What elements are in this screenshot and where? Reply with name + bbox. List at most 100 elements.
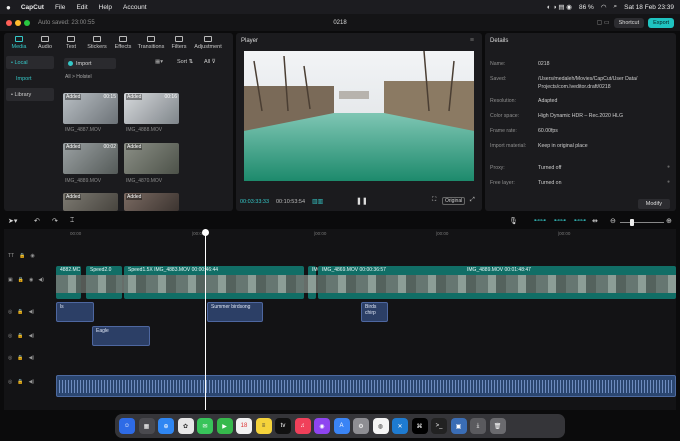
tab-media[interactable]: Media	[6, 33, 32, 53]
calendar-icon[interactable]: 18	[236, 418, 252, 434]
speaker-icon[interactable]: ◀)	[29, 333, 35, 339]
wifi-icon[interactable]: ◠	[601, 3, 607, 11]
fullscreen-icon[interactable]: ⤢	[470, 197, 475, 204]
close-icon[interactable]	[6, 19, 12, 26]
play-button[interactable]: ❚❚	[356, 197, 368, 205]
audio-track-header[interactable]: ◎ 🔒 ◀)	[8, 309, 58, 315]
sort-button[interactable]: Sort ⇅	[177, 59, 193, 65]
menu-help[interactable]: Help	[99, 4, 112, 11]
select-tool-icon[interactable]: ➤▾	[8, 217, 17, 225]
redo-icon[interactable]: ↷	[52, 217, 58, 225]
tab-transitions[interactable]: Transitions	[136, 33, 166, 53]
traffic-lights[interactable]	[6, 19, 30, 26]
export-button[interactable]: Export	[648, 17, 674, 28]
sidebar-item-local[interactable]: • Local	[6, 56, 54, 69]
text-track-header[interactable]: TT 🔒 ◉	[8, 253, 58, 259]
search-icon[interactable]: ⌕	[613, 3, 617, 11]
eye-icon[interactable]: ◉	[30, 253, 34, 259]
grid-icon[interactable]: ▥▥	[312, 198, 323, 205]
folder-breadcrumb[interactable]: All > Holstel	[65, 74, 92, 80]
media-thumb[interactable]: Added	[124, 143, 179, 174]
import-button[interactable]: Import	[64, 58, 116, 69]
appstore-icon[interactable]: A	[333, 418, 350, 434]
ratio-button[interactable]: Original	[442, 197, 466, 205]
menu-file[interactable]: File	[55, 4, 65, 11]
align-icon[interactable]: ⇹	[592, 217, 598, 225]
ruler[interactable]: 00:00 |00:00 |00:00 |00:00 |00:00	[56, 229, 676, 239]
media-thumb[interactable]: Added	[63, 193, 118, 211]
tab-text[interactable]: Text	[58, 33, 84, 53]
lock-icon[interactable]: 🔒	[18, 277, 24, 283]
preview-icon[interactable]: ▣	[450, 418, 467, 434]
media-thumb[interactable]: Added 00:15	[63, 93, 118, 124]
zoom-handle[interactable]	[630, 219, 634, 226]
video-preview[interactable]	[244, 51, 474, 181]
main-track-header[interactable]: ▣ 🔒 ◉ ◀)	[8, 277, 58, 283]
info-icon[interactable]: ●	[667, 164, 670, 170]
view-toggle[interactable]: ▦▾	[155, 59, 163, 65]
speaker-icon[interactable]: ◀)	[29, 379, 35, 385]
sidebar-item-import[interactable]: Import	[6, 72, 54, 85]
tab-effects[interactable]: Effects	[110, 33, 136, 53]
playhead[interactable]	[202, 229, 209, 410]
audio-track-header[interactable]: ◎ 🔒 ◀)	[8, 355, 58, 361]
appletv-icon[interactable]: tv	[275, 418, 291, 434]
datetime[interactable]: Sat 18 Feb 23:39	[624, 4, 674, 11]
maximize-icon[interactable]	[24, 19, 30, 26]
battery-percent[interactable]: 86 %	[579, 4, 594, 11]
apple-icon[interactable]: ●	[6, 3, 11, 12]
finder-icon[interactable]: ☺	[119, 418, 135, 434]
menu-icon[interactable]: ≡	[470, 37, 474, 44]
shortcut-button[interactable]: Shortcut	[613, 17, 645, 28]
audio-clip[interactable]: Birds chirp	[361, 302, 388, 322]
chrome-icon[interactable]: ◍	[372, 418, 389, 434]
tab-stickers[interactable]: Stickers	[84, 33, 110, 53]
audio-clip[interactable]: Eagle	[92, 326, 150, 346]
media-thumb[interactable]: Added 00:02	[63, 143, 118, 174]
tab-audio[interactable]: Audio	[32, 33, 58, 53]
media-thumb[interactable]: Added 00:16	[124, 93, 179, 124]
media-thumb[interactable]: Added	[124, 193, 179, 211]
audio-track-header[interactable]: ◎ 🔒 ◀)	[8, 333, 58, 339]
trash-icon[interactable]: 🗑	[489, 418, 506, 434]
music-icon[interactable]: ♫	[294, 418, 311, 434]
music-clip[interactable]	[56, 375, 676, 397]
undo-icon[interactable]: ↶	[34, 217, 40, 225]
lock-icon[interactable]: 🔒	[17, 309, 23, 315]
lock-icon[interactable]: 🔒	[17, 355, 23, 361]
tab-filters[interactable]: Filters	[166, 33, 192, 53]
downloads-icon[interactable]: ⤓	[470, 418, 486, 434]
facetime-icon[interactable]: ▶	[216, 418, 233, 434]
audio-clip[interactable]: Summer birdsong	[207, 302, 263, 322]
podcasts-icon[interactable]: ◉	[314, 418, 330, 434]
menu-account[interactable]: Account	[123, 4, 147, 11]
minimize-icon[interactable]	[15, 19, 21, 26]
zoom-slider[interactable]	[620, 219, 664, 226]
mic-icon[interactable]: 🎙	[509, 217, 518, 225]
menu-app[interactable]: CapCut	[21, 4, 44, 11]
speaker-icon[interactable]: ◀)	[29, 355, 35, 361]
menu-edit[interactable]: Edit	[76, 4, 87, 11]
safari-icon[interactable]: ⊕	[158, 418, 174, 434]
terminal-icon[interactable]: >_	[431, 418, 447, 434]
split-icon[interactable]: ⌶	[70, 217, 74, 225]
zoom-in-icon[interactable]: ⊕	[666, 217, 672, 225]
speaker-icon[interactable]: ◀)	[29, 309, 35, 315]
status-icons[interactable]: ◐ ◑ ▤ ◉	[547, 3, 572, 11]
layout-icon[interactable]: ▢ ▭	[597, 19, 610, 26]
audio-track-header[interactable]: ◎ 🔒 ◀)	[8, 379, 58, 385]
playhead-handle[interactable]	[202, 229, 209, 236]
launchpad-icon[interactable]: ▦	[138, 418, 155, 434]
link-icon[interactable]: ⊷⊶	[534, 217, 546, 224]
vscode-icon[interactable]: ✕	[392, 418, 408, 434]
settings-icon[interactable]: ⚙	[353, 418, 369, 434]
sidebar-item-library[interactable]: • Library	[6, 88, 54, 101]
photos-icon[interactable]: ✿	[177, 418, 194, 434]
info-icon[interactable]: ●	[667, 179, 670, 185]
tab-adjustment[interactable]: Adjustment	[192, 33, 224, 53]
speaker-icon[interactable]: ◀)	[38, 277, 44, 283]
audio-clip[interactable]: ls	[56, 302, 94, 322]
magnet-icon[interactable]: ⊷⊶	[554, 217, 566, 224]
lock-icon[interactable]: 🔒	[17, 379, 23, 385]
zoom-out-icon[interactable]: ⊖	[610, 217, 616, 225]
